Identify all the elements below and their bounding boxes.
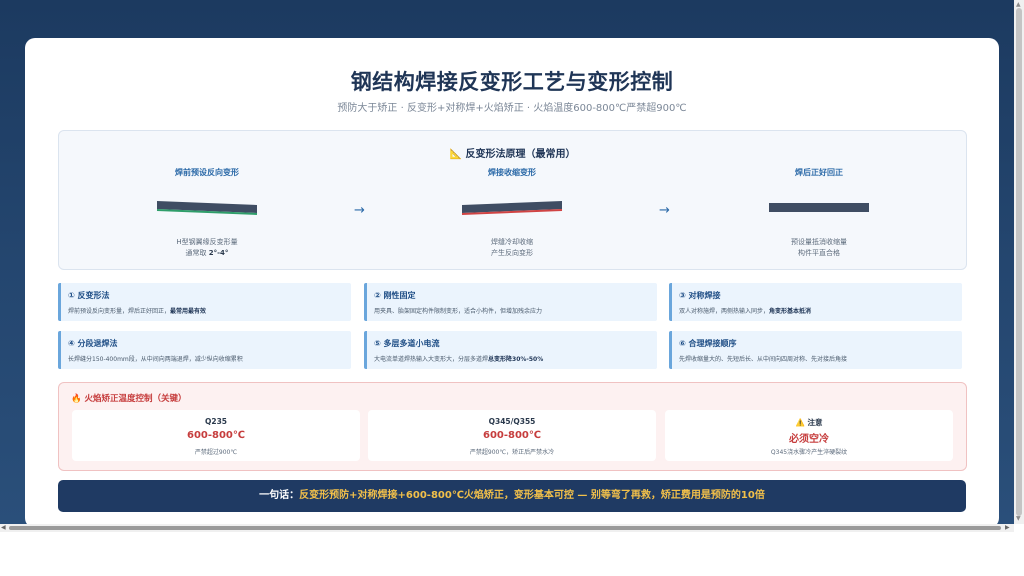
vertical-scrollbar[interactable]: ▲ ▼: [1014, 0, 1024, 524]
plate-flat-icon: [769, 203, 869, 212]
flame-box-name: ⚠️ 注意: [795, 418, 823, 427]
flame-box-note: Q345浇水骤冷产生淬硬裂纹: [770, 449, 848, 456]
method-title: ① 反变形法: [68, 291, 110, 300]
method-card: ⑥ 合理焊接顺序 先焊收缩量大的、先短后长、从中间向四周对称、先对接后角接: [669, 331, 962, 369]
method-desc: 大电流单道焊热输入大变形大，分层多道焊总变形降30%-50%: [374, 354, 543, 363]
method-title: ④ 分段退焊法: [68, 339, 118, 348]
method-desc-bold: 角变形基本抵消: [769, 308, 812, 315]
flame-title: 🔥 火焰矫正温度控制（关键）: [71, 394, 187, 404]
shrinking-plate: [457, 193, 567, 223]
content-card: 钢结构焊接反变形工艺与变形控制 预防大于矫正 · 反变形+对称焊+火焰矫正 · …: [25, 38, 999, 524]
method-card: ⑤ 多层多道小电流 大电流单道焊热输入大变形大，分层多道焊总变形降30%-50%: [364, 331, 657, 369]
plate-tilted-red-icon: [461, 201, 563, 215]
stage-desc-line: 通常取 2°-4°: [107, 248, 307, 259]
method-desc-text: 双人对称施焊，两侧热输入同步，: [679, 308, 770, 315]
banner-lead: 一句话：: [259, 490, 300, 501]
method-desc: 焊前预设反向变形量，焊后正好回正，最常用最有效: [68, 306, 206, 315]
stage-desc-line: 焊缝冷却收缩: [491, 238, 533, 246]
flame-box-note: 严禁超900℃，矫正后严禁水冷: [469, 449, 555, 456]
method-desc: 先焊收缩量大的、先短后长、从中间向四周对称、先对接后角接: [679, 354, 847, 363]
stage-label: 焊后正好回正: [795, 168, 843, 177]
page-subtitle: 预防大于矫正 · 反变形+对称焊+火焰矫正 · 火焰温度600-800℃严禁超9…: [337, 103, 687, 114]
stage-pre-weld: 焊前预设反向变形 H型钢翼缘反变形量 通常取 2°-4°: [107, 167, 307, 257]
pre-deformed-plate: [152, 193, 262, 223]
principle-panel: 📐 反变形法原理（最常用） 焊前预设反向变形 H型钢翼缘反变形量 通常取 2°-…: [58, 130, 967, 270]
method-desc-text: 大电流单道焊热输入大变形大，分层多道焊: [374, 356, 489, 363]
flame-box-value: 必须空冷: [789, 434, 829, 445]
method-desc-bold: 总变形降30%-50%: [488, 356, 544, 363]
flame-box-warning: ⚠️ 注意 必须空冷 Q345浇水骤冷产生淬硬裂纹: [665, 410, 953, 461]
stage-desc-line: 预设量抵消收缩量: [791, 238, 847, 246]
method-title: ⑥ 合理焊接顺序: [679, 339, 737, 348]
method-desc: 用夹具、胎架固定构件限制变形，适合小构件，但增加残余应力: [374, 306, 542, 315]
stage-desc-line: 构件平直合格: [798, 249, 840, 257]
horizontal-scroll-thumb[interactable]: [9, 526, 1001, 530]
method-desc-text: 焊前预设反向变形量，焊后正好回正，: [68, 308, 171, 315]
stage-desc-line: H型钢翼缘反变形量: [176, 238, 238, 246]
method-title: ③ 对称焊接: [679, 291, 721, 300]
stage-desc-prefix: 通常取: [185, 249, 209, 257]
scroll-left-arrow-icon[interactable]: ◀: [1, 524, 6, 532]
scroll-right-arrow-icon[interactable]: ▶: [1005, 524, 1010, 532]
stage-desc: H型钢翼缘反变形量 通常取 2°-4°: [107, 237, 307, 259]
principle-title: 📐 反变形法原理（最常用）: [449, 149, 576, 160]
stage-desc: 焊缝冷却收缩 产生反向变形: [412, 237, 612, 259]
flame-box-value: 600-800℃: [186, 430, 245, 441]
method-title: ⑤ 多层多道小电流: [374, 339, 440, 348]
method-desc-bold: 最常用最有效: [170, 308, 207, 315]
flame-box-note: 严禁超过900℃: [194, 449, 238, 456]
summary-banner: 一句话：反变形预防+对称焊接+600-800℃火焰矫正，变形基本可控 — 别等弯…: [58, 480, 966, 512]
flame-correction-panel: 🔥 火焰矫正温度控制（关键） Q235 600-800℃ 严禁超过900℃ Q3…: [58, 382, 967, 471]
method-desc: 长焊缝分150-400mm段，从中间向两端退焊，减少纵向收缩累积: [68, 354, 243, 363]
method-desc-text: 长焊缝分150-400mm段，从中间向两端退焊，减少纵向收缩累积: [68, 356, 243, 363]
page-title: 钢结构焊接反变形工艺与变形控制: [350, 70, 674, 94]
method-card: ④ 分段退焊法 长焊缝分150-400mm段，从中间向两端退焊，减少纵向收缩累积: [58, 331, 351, 369]
method-desc-text: 先焊收缩量大的、先短后长、从中间向四周对称、先对接后角接: [679, 356, 848, 363]
page-viewport: 钢结构焊接反变形工艺与变形控制 预防大于矫正 · 反变形+对称焊+火焰矫正 · …: [0, 0, 1014, 524]
banner-body: 反变形预防+对称焊接+600-800℃火焰矫正，变形基本可控 — 别等弯了再救，…: [299, 490, 765, 501]
flat-plate: [764, 193, 874, 223]
scroll-down-arrow-icon[interactable]: ▼: [1016, 515, 1021, 523]
arrow-right-icon: →: [354, 203, 365, 218]
stage-label: 焊前预设反向变形: [175, 168, 239, 177]
method-desc: 双人对称施焊，两侧热输入同步，角变形基本抵消: [679, 306, 811, 315]
flame-box-name: Q345/Q355: [488, 417, 536, 426]
stage-weld-shrink: 焊接收缩变形 焊缝冷却收缩 产生反向变形: [412, 167, 612, 257]
method-title: ② 刚性固定: [374, 291, 416, 300]
method-card: ② 刚性固定 用夹具、胎架固定构件限制变形，适合小构件，但增加残余应力: [364, 283, 657, 321]
vertical-scroll-thumb[interactable]: [1016, 8, 1022, 516]
stage-desc-bold: 2°-4°: [208, 249, 229, 257]
stage-label: 焊接收缩变形: [488, 168, 536, 177]
horizontal-scrollbar[interactable]: ◀ ▶: [0, 524, 1014, 532]
flame-box-q345: Q345/Q355 600-800℃ 严禁超900℃，矫正后严禁水冷: [368, 410, 656, 461]
stage-desc: 预设量抵消收缩量 构件平直合格: [719, 237, 919, 259]
arrow-right-icon: →: [659, 203, 670, 218]
method-card: ① 反变形法 焊前预设反向变形量，焊后正好回正，最常用最有效: [58, 283, 351, 321]
flame-box-name: Q235: [204, 417, 228, 426]
method-desc-text: 用夹具、胎架固定构件限制变形，适合小构件，但增加残余应力: [374, 308, 543, 315]
flame-box-value: 600-800℃: [482, 430, 541, 441]
method-card: ③ 对称焊接 双人对称施焊，两侧热输入同步，角变形基本抵消: [669, 283, 962, 321]
stage-desc-line: 产生反向变形: [491, 249, 533, 257]
flame-box-q235: Q235 600-800℃ 严禁超过900℃: [72, 410, 360, 461]
plate-tilted-green-icon: [156, 201, 258, 215]
stage-post-weld: 焊后正好回正 预设量抵消收缩量 构件平直合格: [719, 167, 919, 257]
